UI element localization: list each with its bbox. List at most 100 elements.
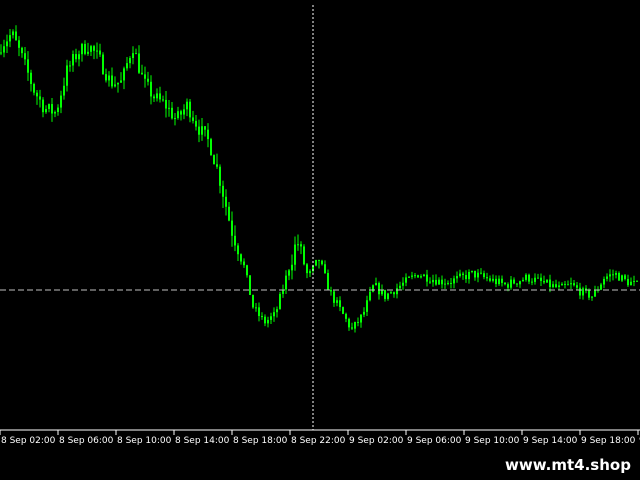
candle-body: [618, 272, 620, 281]
candle-body: [87, 51, 89, 54]
candle-body: [108, 75, 110, 81]
candle-body: [207, 129, 209, 140]
candle-body: [66, 65, 68, 86]
candle-body: [582, 288, 584, 296]
x-tick-label: 9 Sep 02:00: [349, 436, 404, 446]
candle-body: [420, 276, 422, 278]
candle-body: [162, 99, 164, 101]
candle-body: [471, 270, 473, 272]
price-chart[interactable]: 8 Sep 02:00 8 Sep 06:00 8 Sep 10:00 8 Sep 1…: [0, 0, 640, 452]
candle-body: [69, 65, 71, 67]
candle-body: [528, 274, 530, 282]
candle-body: [405, 277, 407, 283]
candle-body: [342, 307, 344, 314]
candle-body: [453, 278, 455, 284]
candle-body: [483, 273, 485, 278]
candle-body: [441, 279, 443, 285]
candle-body: [495, 278, 497, 285]
candle-body: [465, 275, 467, 280]
candle-body: [42, 99, 44, 113]
candle-body: [594, 290, 596, 297]
candle-body: [174, 118, 176, 120]
x-tick-label: 8 Sep 14:00: [175, 436, 230, 446]
candle-body: [189, 101, 191, 118]
candle-body: [633, 280, 635, 282]
candle-body: [411, 275, 413, 277]
candle-body: [459, 273, 461, 277]
candle-body: [531, 281, 533, 283]
candle-body: [450, 282, 452, 284]
candle-body: [105, 74, 107, 81]
candle-body: [45, 109, 47, 113]
candle-body: [93, 46, 95, 51]
candle-body: [288, 270, 290, 276]
candle-body: [6, 41, 8, 47]
candle-body: [525, 274, 527, 280]
candle-body: [543, 281, 545, 283]
candle-body: [351, 327, 353, 329]
candle-body: [507, 284, 509, 288]
x-tick-label: 9 Sep 18:00: [581, 436, 636, 446]
candle-body: [111, 75, 113, 87]
candle-body: [579, 287, 581, 296]
candle-body: [474, 270, 476, 278]
candle-body: [57, 107, 59, 112]
candle-body: [159, 93, 161, 100]
candle-body: [117, 82, 119, 85]
candle-body: [546, 279, 548, 283]
candle-body: [558, 285, 560, 287]
candle-body: [489, 278, 491, 281]
candle-body: [228, 206, 230, 221]
candle-body: [591, 296, 593, 298]
candle-body: [444, 283, 446, 285]
candle-body: [375, 283, 377, 286]
candle-body: [48, 104, 50, 110]
candle-body: [387, 293, 389, 299]
candle-body: [123, 68, 125, 81]
candle-body: [369, 291, 371, 301]
candle-body: [147, 78, 149, 82]
candle-body: [78, 54, 80, 60]
candle-body: [102, 54, 104, 75]
candle-body: [381, 289, 383, 295]
candle-body: [267, 319, 269, 324]
candle-body: [510, 279, 512, 288]
candle-body: [33, 83, 35, 93]
candle-body: [171, 107, 173, 119]
candle-body: [612, 274, 614, 276]
candle-body: [522, 279, 524, 282]
candle-body: [402, 282, 404, 286]
candle-body: [225, 196, 227, 207]
candle-body: [279, 293, 281, 310]
candle-body: [270, 316, 272, 320]
candle-body: [276, 309, 278, 313]
candle-body: [138, 53, 140, 73]
candle-body: [264, 316, 266, 324]
candle-body: [141, 72, 143, 75]
candle-body: [600, 284, 602, 290]
candle-body: [627, 278, 629, 286]
candle-body: [480, 272, 482, 274]
candle-body: [30, 72, 32, 84]
candle-body: [456, 276, 458, 279]
candle-body: [567, 284, 569, 286]
candle-body: [588, 289, 590, 298]
candle-body: [621, 275, 623, 281]
candle-body: [3, 46, 5, 53]
candle-body: [114, 84, 116, 87]
candle-body: [0, 52, 2, 54]
x-tick-label: 8 Sep 02:00: [1, 436, 56, 446]
candle-body: [81, 43, 83, 55]
candle-body: [537, 277, 539, 279]
candle-body: [210, 139, 212, 156]
candle-body: [468, 271, 470, 280]
candle-body: [63, 85, 65, 96]
candle-body: [555, 284, 557, 287]
candle-body: [540, 277, 542, 282]
candle-body: [345, 313, 347, 319]
candle-body: [168, 107, 170, 109]
candle-body: [585, 288, 587, 290]
candle-body: [414, 275, 416, 277]
x-tick-label: 9 Sep 10:00: [465, 436, 520, 446]
candle-body: [513, 279, 515, 284]
